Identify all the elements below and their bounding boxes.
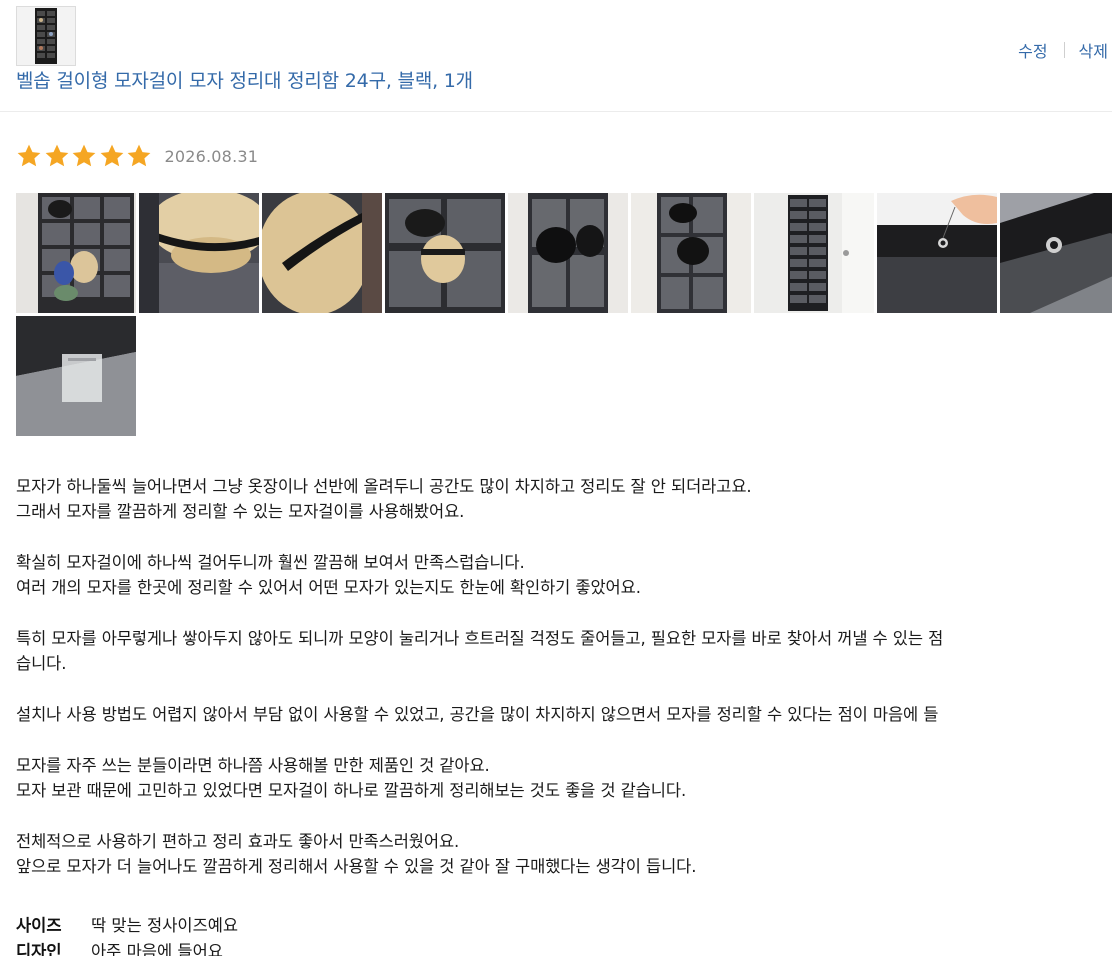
survey-key: 사이즈 [16, 916, 62, 935]
review-photo[interactable] [877, 193, 997, 313]
star-rating [16, 143, 154, 169]
review-line: 그래서 모자를 깔끔하게 정리할 수 있는 모자걸이를 사용해봤어요. [16, 502, 465, 521]
photo-image [139, 193, 259, 313]
photo-image [631, 193, 751, 313]
rating-row: 2026.08.31 [16, 141, 258, 171]
photo-image [508, 193, 628, 313]
review-paragraph: 특히 모자를 아무렇게나 쌓아두지 않아도 되니까 모양이 눌리거나 흐트러질 … [16, 626, 1112, 676]
review-actions: 수정 삭제 [1018, 38, 1108, 62]
star-icon [72, 144, 96, 167]
review-survey: 사이즈 딱 맞는 정사이즈예요 디자인 아주 마음에 들어요 [16, 913, 238, 956]
review-photo[interactable] [262, 193, 382, 313]
review-line: 모자 보관 때문에 고민하고 있었다면 모자걸이 하나로 깔끔하게 정리해보는 … [16, 781, 687, 800]
edit-button[interactable]: 수정 [1018, 38, 1047, 62]
product-thumbnail-graphic [17, 7, 75, 65]
survey-value: 아주 마음에 들어요 [91, 942, 223, 956]
review-photo[interactable] [508, 193, 628, 313]
product-thumbnail-image[interactable] [16, 6, 76, 66]
review-photo[interactable] [631, 193, 751, 313]
review-line: 확실히 모자걸이에 하나씩 걸어두니까 훨씬 깔끔해 보여서 만족스럽습니다. [16, 553, 525, 572]
review-photo[interactable] [139, 193, 259, 313]
action-divider [1063, 42, 1065, 58]
photo-image [262, 193, 382, 313]
review-paragraph: 모자를 자주 쓰는 분들이라면 하나쯤 사용해볼 만한 제품인 것 같아요. 모… [16, 753, 1112, 803]
photo-image [385, 193, 505, 313]
star-icon [127, 144, 151, 167]
review-page: 벨솝 걸이형 모자걸이 모자 정리대 정리함 24구, 블랙, 1개 수정 삭제… [0, 0, 1112, 956]
review-line: 특히 모자를 아무렇게나 쌓아두지 않아도 되니까 모양이 눌리거나 흐트러질 … [16, 629, 944, 648]
review-line: 여러 개의 모자를 한곳에 정리할 수 있어서 어떤 모자가 있는지도 한눈에 … [16, 578, 641, 597]
photo-image [16, 316, 136, 436]
survey-row: 디자인 아주 마음에 들어요 [16, 939, 238, 956]
review-date: 2026.08.31 [164, 146, 259, 166]
review-photo[interactable] [1000, 193, 1112, 313]
review-photo[interactable] [16, 193, 136, 313]
photo-image [1000, 193, 1112, 313]
review-line: 설치나 사용 방법도 어렵지 않아서 부담 없이 사용할 수 있었고, 공간을 … [16, 705, 939, 724]
review-photo[interactable] [16, 316, 136, 436]
review-content: 모자가 하나둘씩 늘어나면서 그냥 옷장이나 선반에 올려두니 공간도 많이 차… [16, 474, 1112, 905]
photo-image [754, 193, 874, 313]
star-icon [17, 144, 41, 167]
photo-image [16, 193, 136, 313]
product-title-link[interactable]: 벨솝 걸이형 모자걸이 모자 정리대 정리함 24구, 블랙, 1개 [16, 67, 473, 95]
delete-button[interactable]: 삭제 [1079, 38, 1108, 62]
photo-image [877, 193, 997, 313]
review-paragraph: 모자가 하나둘씩 늘어나면서 그냥 옷장이나 선반에 올려두니 공간도 많이 차… [16, 474, 1112, 524]
review-photo[interactable] [754, 193, 874, 313]
survey-value: 딱 맞는 정사이즈예요 [91, 916, 239, 935]
star-icon [45, 144, 68, 167]
survey-key: 디자인 [16, 942, 62, 956]
review-paragraph: 설치나 사용 방법도 어렵지 않아서 부담 없이 사용할 수 있었고, 공간을 … [16, 702, 1112, 727]
review-photo[interactable] [385, 193, 505, 313]
review-line: 모자를 자주 쓰는 분들이라면 하나쯤 사용해볼 만한 제품인 것 같아요. [16, 756, 490, 775]
review-line: 모자가 하나둘씩 늘어나면서 그냥 옷장이나 선반에 올려두니 공간도 많이 차… [16, 477, 752, 496]
review-line: 전체적으로 사용하기 편하고 정리 효과도 좋아서 만족스러웠어요. [16, 832, 460, 851]
survey-row: 사이즈 딱 맞는 정사이즈예요 [16, 913, 238, 939]
review-line: 습니다. [16, 654, 67, 673]
review-paragraph: 확실히 모자걸이에 하나씩 걸어두니까 훨씬 깔끔해 보여서 만족스럽습니다. … [16, 550, 1112, 600]
star-icon [100, 144, 123, 167]
review-line: 앞으로 모자가 더 늘어나도 깔끔하게 정리해서 사용할 수 있을 것 같아 잘… [16, 857, 697, 876]
review-header: 벨솝 걸이형 모자걸이 모자 정리대 정리함 24구, 블랙, 1개 수정 삭제 [0, 0, 1112, 112]
review-paragraph: 전체적으로 사용하기 편하고 정리 효과도 좋아서 만족스러웠어요. 앞으로 모… [16, 829, 1112, 879]
